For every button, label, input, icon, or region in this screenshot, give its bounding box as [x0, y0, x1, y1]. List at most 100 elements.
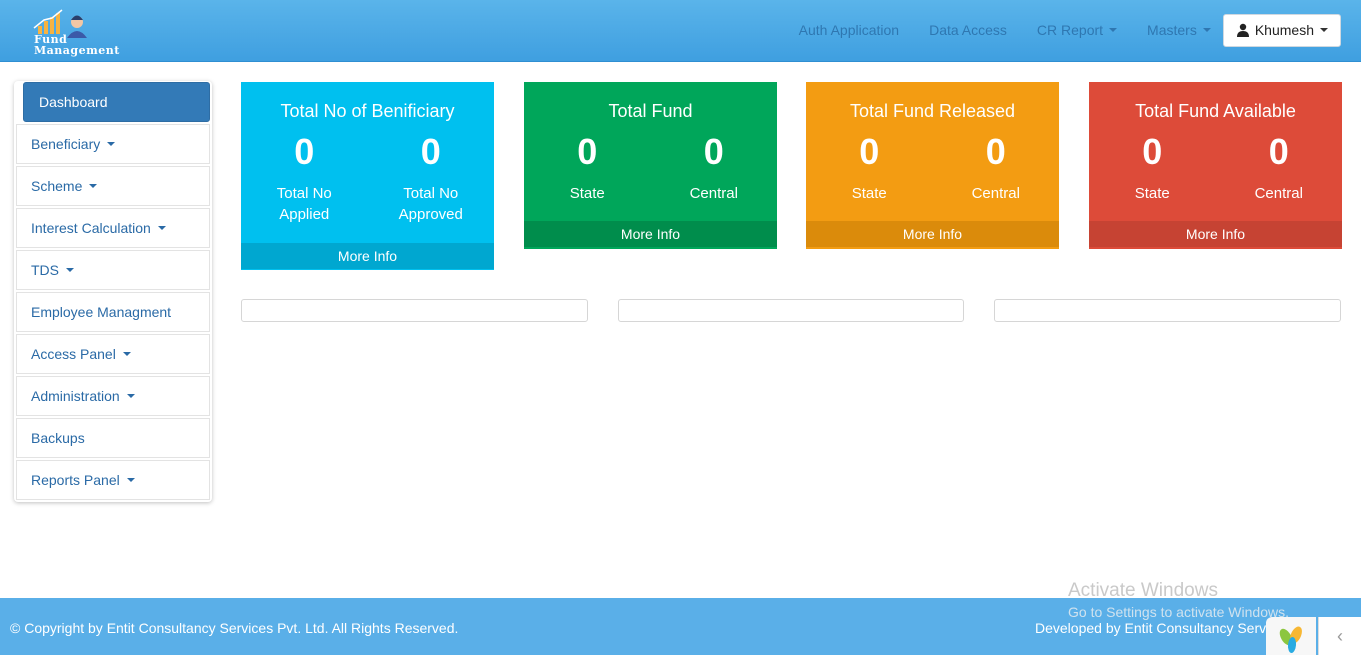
nav-data-access-label: Data Access [929, 22, 1007, 38]
card-label-central: Central [689, 185, 738, 202]
caret-down-icon [126, 394, 135, 398]
activation-watermark-title: Activate Windows [1068, 580, 1218, 601]
card-column-state: 0 State [1089, 123, 1216, 221]
sidebar-item-administration[interactable]: Administration [16, 376, 210, 416]
user-menu-button[interactable]: Khumesh [1222, 13, 1341, 47]
card-column-central: 0 Central [651, 123, 778, 221]
nav-data-access[interactable]: Data Access [929, 22, 1007, 38]
caret-down-icon [107, 142, 116, 146]
sidebar-item-tds[interactable]: TDS [16, 250, 210, 290]
fund-management-logo[interactable]: Fund Management [30, 8, 122, 60]
card-values: 0 State 0 Central [1089, 123, 1342, 221]
card-value-state: 0 [859, 131, 880, 172]
activation-watermark-subtitle: Go to Settings to activate Windows. [1068, 604, 1289, 620]
card-column-applied: 0 Total No Applied [241, 123, 368, 243]
card-value-central: 0 [1268, 131, 1289, 172]
top-navbar: Fund Management Auth Application Data Ac… [0, 0, 1361, 62]
caret-down-icon [1109, 28, 1118, 32]
card-label-state: State [1134, 185, 1170, 202]
caret-down-icon [126, 478, 135, 482]
sidebar-item-label: Backups [31, 430, 85, 446]
sidebar-item-dashboard[interactable]: Dashboard [23, 82, 210, 122]
card-title: Total Fund Released [849, 101, 1016, 121]
sidebar-item-label: Reports Panel [31, 472, 120, 488]
card-label-state: State [851, 185, 887, 202]
card-value-state: 0 [1142, 131, 1163, 172]
copyright-text: © Copyright by Entit Consultancy Service… [10, 620, 459, 636]
more-info-link[interactable]: More Info [1089, 221, 1342, 247]
card-label-state: State [569, 185, 605, 202]
sidebar-item-backups[interactable]: Backups [16, 418, 210, 458]
sidebar-item-label: Beneficiary [31, 136, 101, 152]
sidebar-item-label: Dashboard [39, 94, 108, 110]
sidebar: Dashboard Beneficiary Scheme Interest Ca… [14, 81, 212, 502]
card-value-applied: 0 [294, 131, 315, 172]
card-title: Total Fund Available [1135, 101, 1296, 121]
sidebar-item-access-panel[interactable]: Access Panel [16, 334, 210, 374]
card-values: 0 Total No Applied 0 Total No Approved [241, 123, 494, 243]
card-value-state: 0 [577, 131, 598, 172]
sidebar-item-employee-managment[interactable]: Employee Managment [16, 292, 210, 332]
card-values: 0 State 0 Central [524, 123, 777, 221]
nav-masters-label: Masters [1147, 22, 1197, 38]
caret-down-icon [1320, 28, 1328, 32]
caret-down-icon [89, 184, 98, 188]
card-total-fund-available: Total Fund Available 0 State 0 Central M… [1089, 82, 1342, 249]
sidebar-item-scheme[interactable]: Scheme [16, 166, 210, 206]
more-info-link[interactable]: More Info [241, 243, 494, 269]
card-column-approved: 0 Total No Approved [368, 123, 495, 243]
caret-down-icon [157, 226, 166, 230]
sidebar-item-label: TDS [31, 262, 59, 278]
sidebar-item-beneficiary[interactable]: Beneficiary [16, 124, 210, 164]
caret-down-icon [122, 352, 131, 356]
card-label-line: Applied [279, 206, 330, 223]
card-label-approved: Total No Approved [368, 183, 495, 225]
card-values: 0 State 0 Central [806, 123, 1059, 221]
sidebar-item-label: Employee Managment [31, 304, 172, 320]
nav-cr-report-dropdown[interactable]: CR Report [1036, 22, 1118, 38]
empty-panel [994, 299, 1341, 322]
sidebar-item-label: Interest Calculation [31, 220, 151, 236]
corner-widget[interactable] [1266, 617, 1316, 655]
empty-panel [618, 299, 964, 322]
nav-cr-report-label: CR Report [1036, 22, 1104, 38]
sidebar-item-reports-panel[interactable]: Reports Panel [16, 460, 210, 500]
more-info-link[interactable]: More Info [524, 221, 777, 247]
card-total-fund-released: Total Fund Released 0 State 0 Central Mo… [806, 82, 1059, 249]
sidebar-item-label: Scheme [31, 178, 83, 194]
brand-line-2: Management [34, 44, 120, 57]
card-value-central: 0 [985, 131, 1006, 172]
sidebar-item-label: Administration [31, 388, 120, 404]
leaf-logo-icon [1279, 626, 1302, 653]
card-column-central: 0 Central [1216, 123, 1343, 221]
sidebar-item-interest-calculation[interactable]: Interest Calculation [16, 208, 210, 248]
card-label-line: Total No [403, 185, 459, 202]
nav-masters-dropdown[interactable]: Masters [1147, 22, 1211, 38]
card-label-line: Total No [276, 185, 332, 202]
caret-down-icon [1202, 28, 1211, 32]
nav-auth-application[interactable]: Auth Application [799, 22, 899, 38]
card-column-state: 0 State [806, 123, 933, 221]
card-column-state: 0 State [524, 123, 651, 221]
developed-by-text: Developed by Entit Consultancy Serv [1035, 620, 1267, 636]
card-total-fund: Total Fund 0 State 0 Central More Info [524, 82, 777, 249]
card-label-central: Central [971, 185, 1020, 202]
chevron-left-icon[interactable]: ‹ [1318, 617, 1361, 655]
card-value-central: 0 [703, 131, 724, 172]
card-value-approved: 0 [420, 131, 441, 172]
caret-down-icon [66, 268, 74, 272]
card-label-central: Central [1254, 185, 1303, 202]
top-nav: Auth Application Data Access CR Report M… [769, 13, 1341, 47]
brand-text: Fund Management [34, 34, 120, 56]
card-label-line: Approved [398, 206, 463, 223]
more-info-link[interactable]: More Info [806, 221, 1059, 247]
sidebar-item-label: Access Panel [31, 346, 116, 362]
nav-auth-application-label: Auth Application [798, 22, 900, 38]
card-total-beneficiary: Total No of Benificiary 0 Total No Appli… [241, 82, 494, 270]
card-label-applied: Total No Applied [241, 183, 368, 225]
empty-panel [241, 299, 588, 322]
user-name: Khumesh [1254, 22, 1314, 38]
user-icon [1236, 23, 1249, 37]
card-column-central: 0 Central [933, 123, 1060, 221]
card-title: Total No of Benificiary [280, 101, 455, 121]
